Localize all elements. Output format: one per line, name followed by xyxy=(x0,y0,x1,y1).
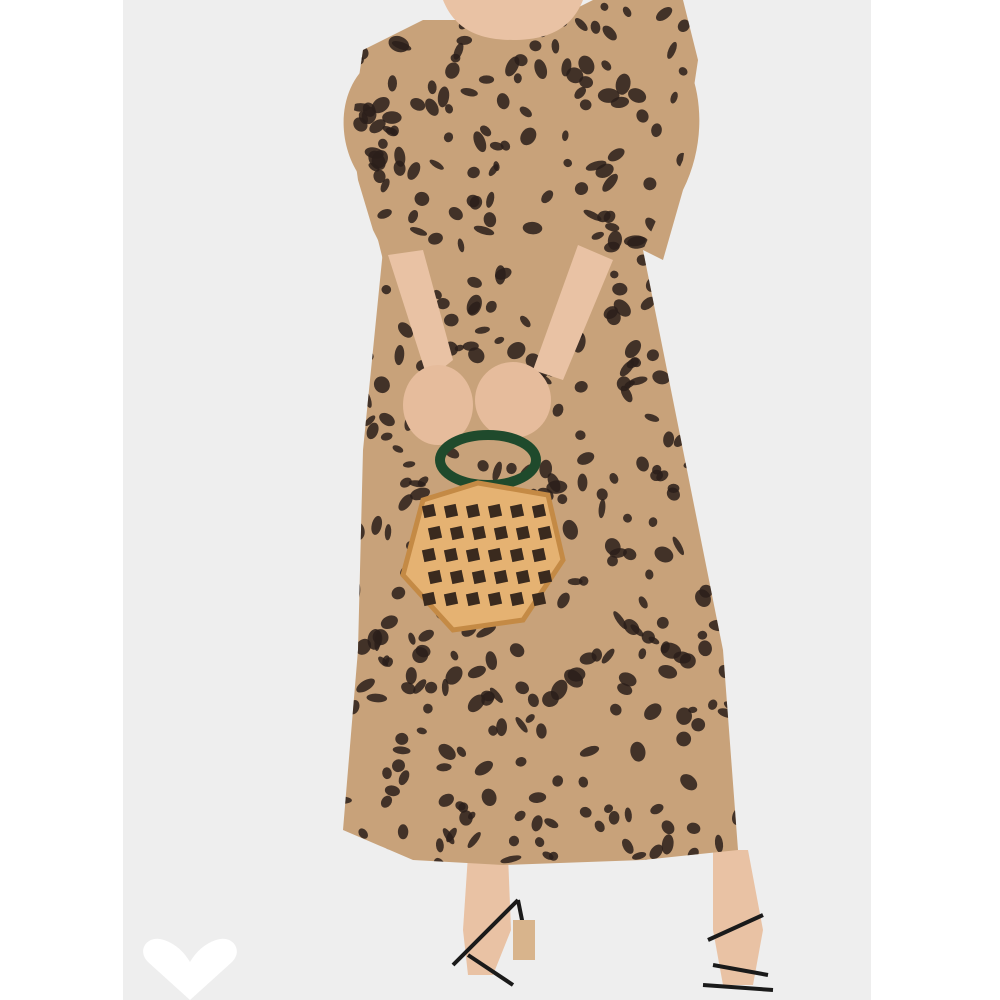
basket-hole xyxy=(465,503,481,519)
basket-hole xyxy=(531,503,547,519)
basket-hole xyxy=(531,591,547,607)
basket-hole xyxy=(465,591,481,607)
basket-hole xyxy=(493,525,509,541)
leopard-spot xyxy=(597,88,620,103)
basket-hole xyxy=(509,547,525,563)
basket-hole xyxy=(531,547,547,563)
leopard-spot xyxy=(513,73,522,84)
basket-hole xyxy=(421,503,437,519)
basket-hole xyxy=(487,591,503,607)
basket-hole xyxy=(427,569,443,585)
basket-hole xyxy=(493,569,509,585)
heart-icon xyxy=(143,938,237,1000)
basket-hole xyxy=(509,503,525,519)
basket-hole xyxy=(449,525,465,541)
basket-hole xyxy=(427,525,443,541)
basket-hole xyxy=(537,525,553,541)
leopard-spot xyxy=(397,824,409,840)
leopard-spot xyxy=(478,75,495,84)
basket-hole xyxy=(487,503,503,519)
basket-hole xyxy=(515,569,531,585)
basket-hole xyxy=(471,525,487,541)
basket-hole xyxy=(421,547,437,563)
basket-hole xyxy=(421,591,437,607)
basket-hole xyxy=(509,591,525,607)
basket-hole xyxy=(443,503,459,519)
basket-hole xyxy=(465,547,481,563)
basket-hole xyxy=(449,569,465,585)
photo-illustration xyxy=(123,0,871,1000)
basket-hole xyxy=(443,591,459,607)
basket-hole xyxy=(487,547,503,563)
leopard-spot xyxy=(667,483,680,494)
basket-hole xyxy=(471,569,487,585)
basket-hole xyxy=(443,547,459,563)
basket-hole xyxy=(537,569,553,585)
product-photo xyxy=(123,0,871,1000)
favorite-button[interactable] xyxy=(140,936,240,1000)
basket-hole xyxy=(515,525,531,541)
